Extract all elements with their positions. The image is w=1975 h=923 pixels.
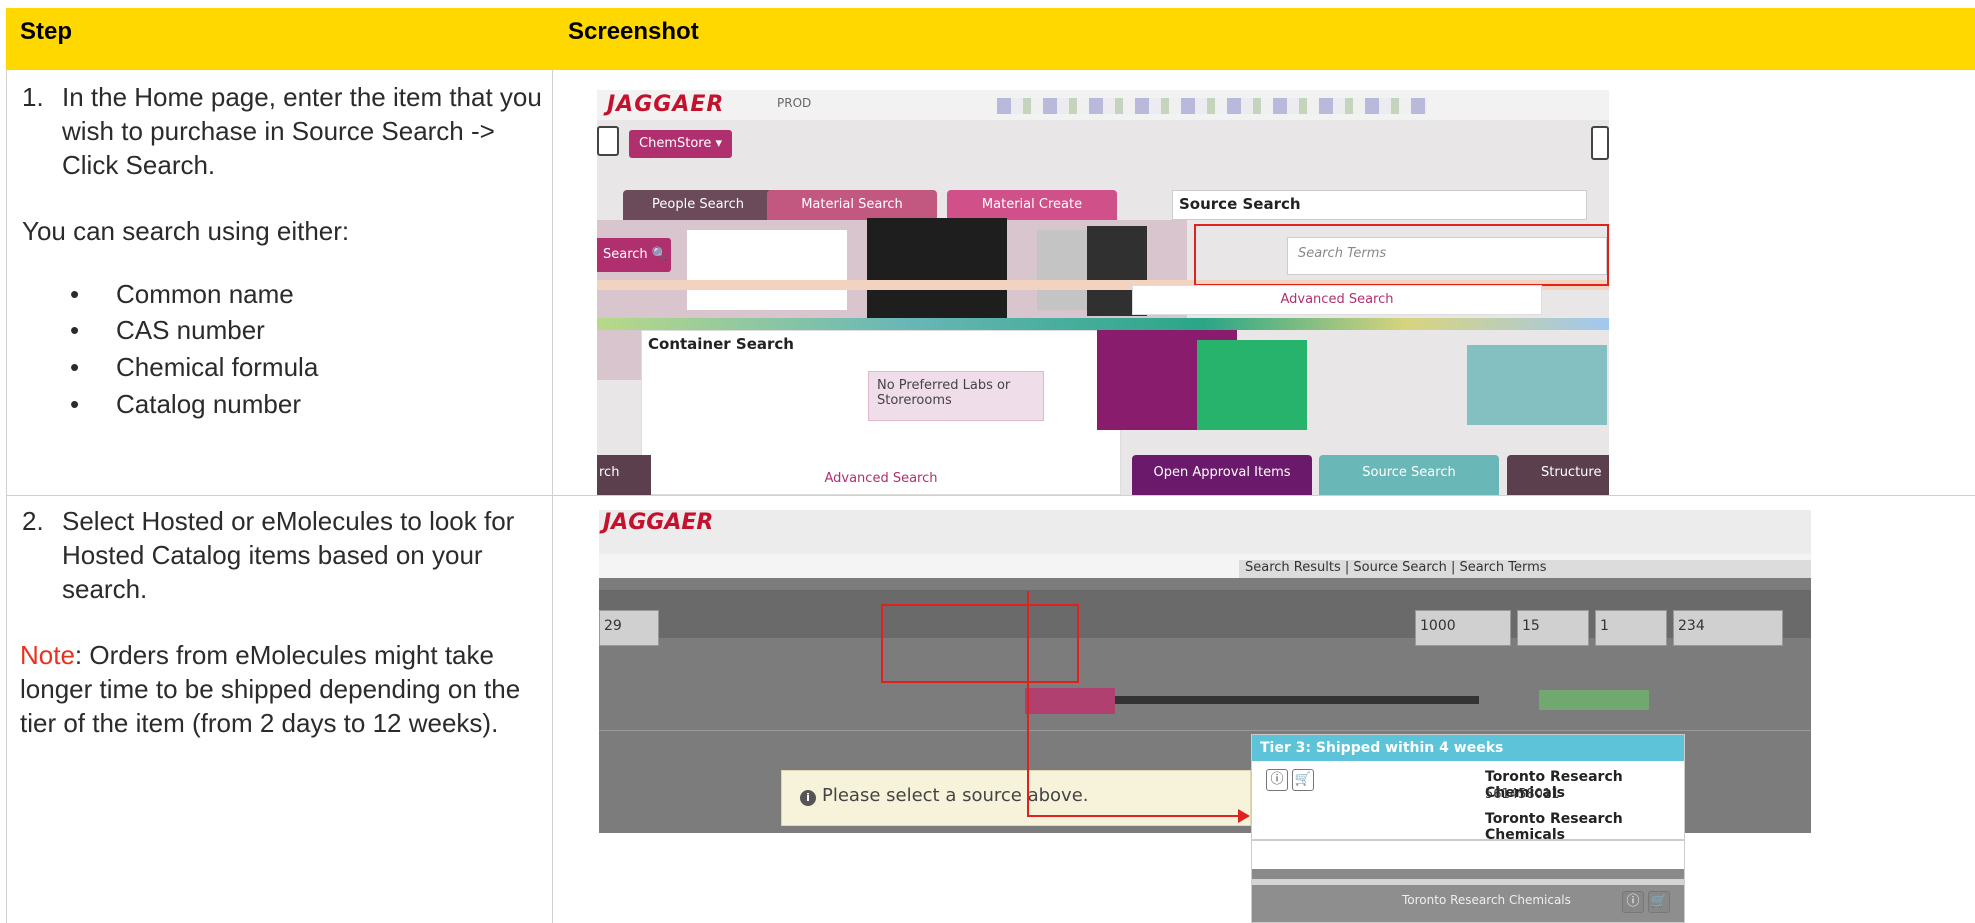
- app-top-bar: JAGGAER PROD: [597, 90, 1609, 120]
- color-strip: [597, 318, 1609, 330]
- table-header: Step Screenshot: [6, 8, 1975, 70]
- select-source-alert: i Please select a source above.: [781, 770, 1251, 826]
- app-logo: JAGGAER: [607, 92, 725, 117]
- hamburger-icon[interactable]: [1591, 126, 1609, 160]
- step-column-header: Step: [20, 18, 73, 45]
- section-divider: [599, 730, 1811, 731]
- advanced-search-link[interactable]: Advanced Search: [1132, 285, 1542, 315]
- cart-icon[interactable]: 🛒: [1292, 769, 1314, 791]
- emolecules-button[interactable]: [1539, 690, 1649, 710]
- app-top-bar: JAGGAER: [599, 510, 1811, 554]
- screenshot-home-page: JAGGAER PROD ChemStore ▾ People Search M…: [597, 90, 1609, 495]
- vendor-name: Toronto Research Chemicals: [1402, 893, 1571, 907]
- screenshot-column-header: Screenshot: [568, 18, 699, 45]
- container-search-title: Container Search: [648, 335, 794, 353]
- highlight-box: [1194, 224, 1609, 286]
- table-left-border: [6, 70, 7, 923]
- app-logo: JAGGAER: [603, 510, 714, 535]
- callout-arrow: [1027, 591, 1029, 817]
- filter-chip[interactable]: 15: [1517, 610, 1589, 646]
- callout-arrow: [1027, 815, 1240, 817]
- tier-popup: Tier 3: Shipped within 4 weeks ⓘ 🛒 Toron…: [1251, 734, 1685, 923]
- step-2-number: 2.: [22, 506, 44, 536]
- info-icon[interactable]: ⓘ: [1266, 769, 1288, 791]
- material-search-tile[interactable]: [687, 230, 847, 310]
- info-icon: i: [800, 790, 816, 806]
- source-search-button[interactable]: Source Search: [1319, 455, 1499, 495]
- tier-title: Tier 3: Shipped within 4 weeks: [1252, 735, 1684, 761]
- cart-tile: [1467, 345, 1607, 425]
- nav-icons-strip: [997, 98, 1427, 114]
- filter-chip[interactable]: 1: [1595, 610, 1667, 646]
- cart-icon[interactable]: 🛒: [1648, 891, 1670, 913]
- catalog-number: 561458011: [1485, 787, 1560, 802]
- structure-search-tab-partial[interactable]: rch: [597, 455, 651, 495]
- tab-people-search[interactable]: People Search: [623, 190, 773, 224]
- column-divider: [552, 70, 553, 923]
- container-search-card: Container Search No Preferred Labs or St…: [641, 330, 1121, 495]
- source-search-title: Source Search: [1172, 190, 1587, 220]
- info-icon[interactable]: ⓘ: [1622, 891, 1644, 913]
- filter-chip[interactable]: 29: [599, 610, 659, 646]
- search-button[interactable]: Search 🔍: [597, 238, 671, 272]
- hamburger-icon[interactable]: [597, 126, 619, 156]
- step-1-subheading: You can search using either:: [22, 216, 350, 246]
- step-1-number: 1.: [22, 82, 44, 112]
- filter-chip[interactable]: 234: [1673, 610, 1783, 646]
- hosted-button[interactable]: [1025, 688, 1115, 714]
- tier-rows: [1252, 831, 1684, 922]
- container-advanced-search-link[interactable]: Advanced Search: [642, 471, 1120, 486]
- note-text: : Orders from eMolecules might take long…: [20, 640, 521, 738]
- chemstore-button[interactable]: ChemStore ▾: [629, 130, 733, 158]
- green-tile: [1197, 340, 1307, 430]
- breadcrumb: Search Results | Source Search | Search …: [1239, 560, 1811, 578]
- no-preferred-labs-notice: No Preferred Labs or Storerooms: [868, 371, 1044, 421]
- structure-search-button[interactable]: Structure Sea: [1507, 455, 1609, 495]
- step-1-text: In the Home page, enter the item that yo…: [62, 82, 542, 180]
- arrow-head-icon: [1238, 809, 1250, 823]
- vendor-name: Toronto Research Chemicals: [1485, 811, 1623, 843]
- row-divider: [6, 495, 1975, 496]
- step-2-text: Select Hosted or eMolecules to look for …: [62, 506, 515, 604]
- note-label: Note: [20, 640, 75, 670]
- env-label: PROD: [777, 96, 812, 110]
- open-approval-items-button[interactable]: Open Approval Items: [1132, 455, 1312, 495]
- highlight-box: [881, 604, 1079, 683]
- magnifier-icon: [867, 218, 1007, 328]
- filter-chip[interactable]: 1000: [1415, 610, 1511, 646]
- step-2-note: Note: Orders from eMolecules might take …: [20, 638, 540, 740]
